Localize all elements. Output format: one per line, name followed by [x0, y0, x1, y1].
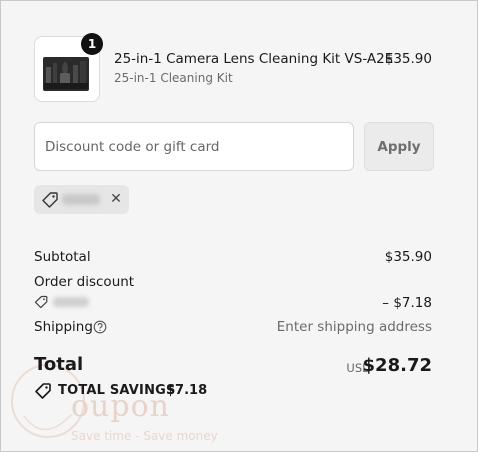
- shipping-label: Shipping: [34, 319, 93, 335]
- product-name: 25-in-1 Camera Lens Cleaning Kit VS-A2E: [114, 51, 394, 67]
- total-label: Total: [34, 354, 84, 375]
- apply-button[interactable]: Apply: [364, 122, 434, 171]
- order-summary-panel: oupon Save time - Save money 1 25-in-1 C…: [0, 0, 478, 452]
- tag-icon: [35, 383, 51, 399]
- subtotal-value: $35.90: [384, 249, 432, 265]
- blurred-discount-code: [53, 297, 89, 307]
- close-icon[interactable]: ✕: [108, 190, 124, 208]
- total-value: $28.72: [362, 355, 432, 376]
- applied-discount-chip: ✕: [34, 185, 129, 214]
- product-variant: 25-in-1 Cleaning Kit: [114, 71, 233, 85]
- blurred-discount-code: [62, 194, 100, 205]
- tag-icon: [34, 295, 48, 309]
- question-circle-icon[interactable]: [93, 320, 107, 334]
- cleaning-kit-image: [43, 57, 89, 91]
- order-discount-label: Order discount: [34, 274, 135, 290]
- subtotal-label: Subtotal: [34, 249, 91, 265]
- tag-icon: [42, 192, 58, 208]
- product-price: $35.90: [384, 51, 432, 67]
- total-savings-label: TOTAL SAVINGS: [58, 383, 176, 398]
- watermark-tagline: Save time - Save money: [71, 429, 218, 443]
- quantity-badge: 1: [81, 33, 103, 55]
- shipping-value: Enter shipping address: [276, 319, 432, 335]
- total-savings-value: $7.18: [166, 383, 208, 398]
- discount-code-input[interactable]: [34, 122, 354, 171]
- order-discount-value: – $7.18: [382, 295, 432, 311]
